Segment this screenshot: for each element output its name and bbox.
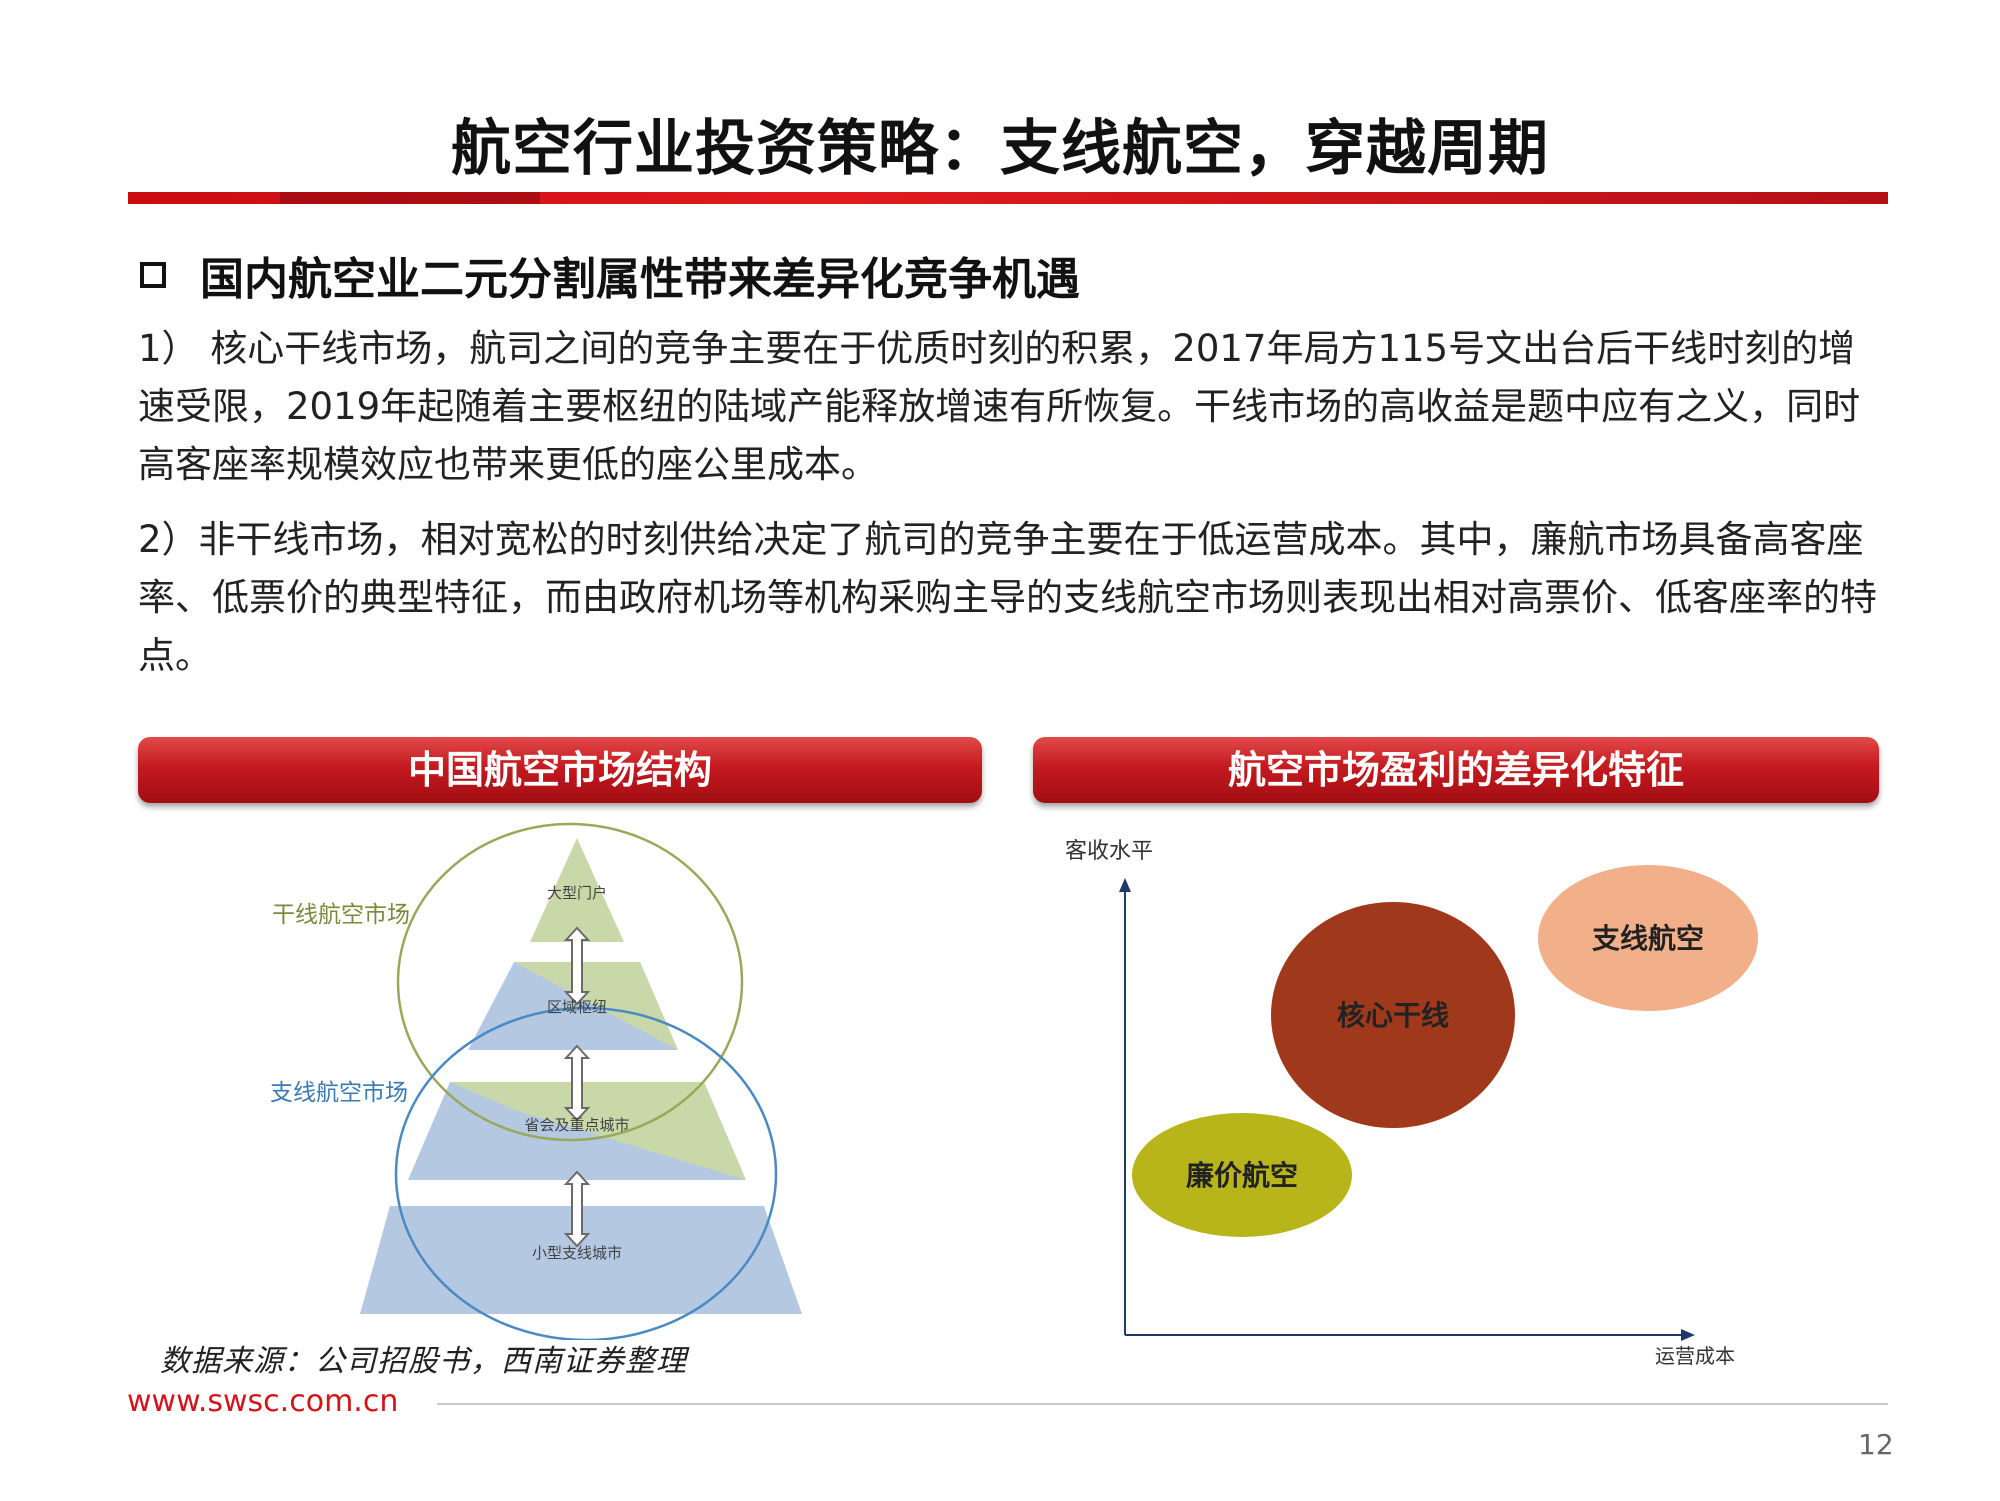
y-axis-arrow-icon: [1119, 878, 1131, 892]
bubble-label: 支线航空: [1592, 922, 1704, 955]
regional-market-label: 支线航空市场: [270, 1080, 408, 1106]
bubble-label: 核心干线: [1337, 999, 1449, 1032]
paragraph-non-trunk-market: 2）非干线市场，相对宽松的时刻供给决定了航司的竞争主要在于低运营成本。其中，廉航…: [138, 518, 1877, 677]
bubble-svg: 客收水平 运营成本 廉价航空 核心干线 支线航空: [1065, 839, 1758, 1368]
tier-label: 区域枢纽: [547, 998, 607, 1016]
profit-bubble-diagram: 客收水平 运营成本 廉价航空 核心干线 支线航空: [1055, 810, 1775, 1404]
tier-label: 大型门户: [547, 884, 607, 902]
footer-divider: [437, 1403, 1888, 1405]
title-underline-accent: [280, 192, 540, 204]
data-source-note: 数据来源：公司招股书，西南证券整理: [160, 1344, 687, 1379]
checkbox-bullet-icon: [140, 262, 166, 288]
tier-label: 省会及重点城市: [524, 1116, 629, 1134]
page-number: 12: [1858, 1428, 1894, 1461]
section-heading: 国内航空业二元分割属性带来差异化竞争机遇: [140, 243, 1080, 307]
y-axis-label: 客收水平: [1065, 839, 1153, 864]
x-axis-label: 运营成本: [1655, 1344, 1735, 1368]
x-axis-arrow-icon: [1681, 1329, 1695, 1341]
page-title: 航空行业投资策略：支线航空，穿越周期: [451, 114, 1549, 184]
panel-header-profit-features: 航空市场盈利的差异化特征: [1033, 737, 1879, 803]
trunk-market-label: 干线航空市场: [272, 902, 410, 928]
paragraph-trunk-market: 1） 核心干线市场，航司之间的竞争主要在于优质时刻的积累，2017年局方115号…: [138, 327, 1861, 486]
section-heading-text: 国内航空业二元分割属性带来差异化竞争机遇: [200, 254, 1080, 305]
panel-header-market-structure: 中国航空市场结构: [138, 737, 982, 803]
website-link[interactable]: www.swsc.com.cn: [127, 1384, 398, 1419]
tier-label: 小型支线城市: [532, 1244, 622, 1262]
bubble-label: 廉价航空: [1186, 1159, 1298, 1192]
